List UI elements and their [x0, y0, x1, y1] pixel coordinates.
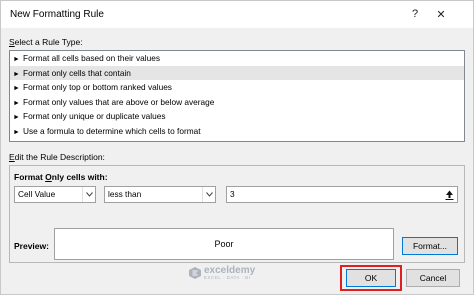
close-icon[interactable]: ✕: [431, 5, 451, 23]
dialog-title: New Formatting Rule: [10, 9, 104, 20]
title-bar: New Formatting Rule ? ✕: [1, 1, 473, 28]
rule-type-item-label: Format all cells based on their values: [23, 53, 160, 63]
range-select-icon[interactable]: [442, 187, 457, 202]
format-only-cells-label: Format Only cells with:: [14, 172, 108, 182]
cancel-button[interactable]: Cancel: [406, 269, 460, 287]
operator-value: less than: [108, 189, 142, 199]
rule-description-label: Edit the Rule Description:: [9, 152, 105, 162]
preview-text: Poor: [214, 239, 234, 249]
exceldemy-logo-icon: [189, 267, 201, 280]
rule-type-item-label: Use a formula to determine which cells t…: [23, 125, 201, 136]
rule-type-label: Select a Rule Type:: [9, 37, 83, 47]
bullet-arrow-icon: ►: [13, 128, 20, 136]
rule-type-item-label: Format only unique or duplicate values: [23, 111, 166, 121]
rule-type-item[interactable]: ► Format all cells based on their values: [10, 51, 464, 66]
rule-type-item[interactable]: ► Use a formula to determine which cells …: [10, 124, 464, 139]
preview-box: Poor: [54, 228, 394, 260]
rule-type-item-label: Format only cells that contain: [23, 67, 131, 78]
watermark: exceldemy EXCEL · DATA · BI: [189, 266, 255, 281]
preview-label: Preview:: [14, 241, 49, 251]
rule-type-item[interactable]: ► Format only values that are above or be…: [10, 95, 464, 110]
chevron-down-icon: [202, 187, 215, 202]
condition-field-select[interactable]: Cell Value: [14, 186, 96, 203]
operator-select[interactable]: less than: [104, 186, 216, 203]
rule-type-item[interactable]: ► Format only cells that contain: [10, 65, 464, 80]
help-icon[interactable]: ?: [405, 5, 425, 23]
rule-description-panel: Format Only cells with: Cell Value less …: [9, 165, 465, 263]
new-formatting-rule-dialog: New Formatting Rule ? ✕ Select a Rule Ty…: [0, 0, 474, 295]
rule-type-item[interactable]: ► Format only unique or duplicate values: [10, 109, 464, 124]
condition-field-value: Cell Value: [18, 189, 56, 199]
rule-type-item[interactable]: ► Format only top or bottom ranked values: [10, 80, 464, 95]
value-input[interactable]: 3: [226, 186, 458, 203]
ok-button[interactable]: OK: [346, 269, 396, 287]
rule-type-list[interactable]: ► Format all cells based on their values ►…: [9, 50, 465, 142]
value-text: 3: [230, 189, 235, 199]
format-button[interactable]: Format...: [402, 237, 458, 255]
rule-type-item-label: Format only top or bottom ranked values: [23, 82, 172, 92]
chevron-down-icon: [82, 187, 95, 202]
watermark-tagline: EXCEL · DATA · BI: [204, 275, 251, 280]
rule-type-item-label: Format only values that are above or bel…: [23, 96, 215, 107]
